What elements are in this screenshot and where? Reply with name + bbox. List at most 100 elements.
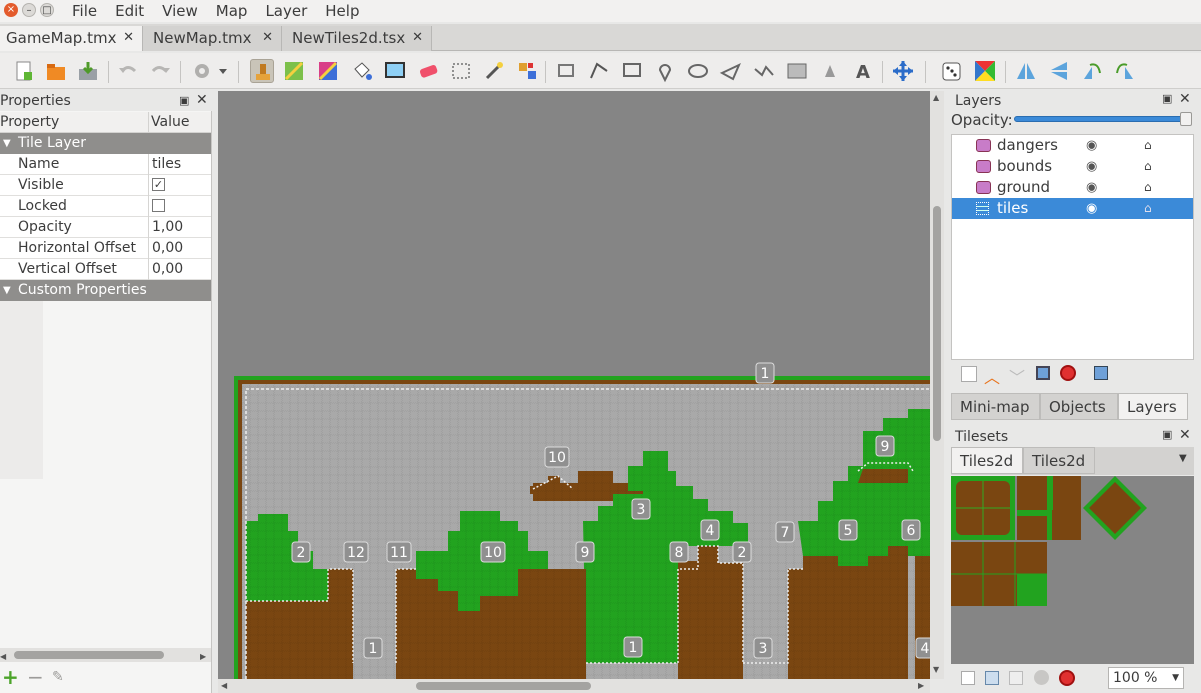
object-label[interactable]: 12 [343,541,369,563]
insert-ellipse-icon[interactable] [686,59,710,83]
insert-polygon-icon[interactable] [719,59,743,83]
close-icon[interactable]: ✕ [1179,91,1191,107]
map-canvas[interactable]: 1 10 9 3 4 7 5 6 1 12 11 2 10 9 8 2 1 3 4 [218,91,930,679]
layer-row-ground[interactable]: ground ◉ ⌂ [952,177,1193,198]
object-label[interactable]: 1 [623,636,643,658]
rect-select-icon[interactable] [449,59,473,83]
duplicate-layer-icon[interactable] [1036,366,1050,380]
object-label[interactable]: 9 [875,435,895,457]
close-icon[interactable]: ✕ [1179,427,1191,443]
tab-layers[interactable]: Layers [1118,393,1188,420]
float-icon[interactable]: ▣ [1162,428,1172,441]
tileset-view[interactable] [951,476,1194,664]
object-label[interactable]: 1 [755,362,775,384]
menu-file[interactable]: File [72,1,105,21]
tileset-image[interactable] [951,476,1194,664]
opacity-slider-handle[interactable] [1180,112,1192,126]
open-file-icon[interactable] [44,59,68,83]
prop-row-hoffset[interactable]: Horizontal Offset 0,00 [0,238,211,259]
collapse-triangle-icon[interactable]: ▼ [3,133,11,154]
object-label[interactable]: 7 [775,521,795,543]
prop-value[interactable]: tiles [152,154,181,174]
properties-hscrollbar[interactable]: ◀ ▶ [0,648,211,662]
insert-rectangle-icon[interactable] [620,59,644,83]
insert-text-icon[interactable]: A [851,59,875,83]
insert-tile-icon[interactable] [785,59,809,83]
object-label[interactable]: 5 [838,519,858,541]
flip-vertical-icon[interactable] [1047,59,1071,83]
rename-property-icon[interactable]: ✎ [52,669,64,685]
close-window-button[interactable]: × [4,3,18,17]
float-icon[interactable]: ▣ [1162,92,1172,105]
raise-layer-icon[interactable]: ︿ [984,364,1000,388]
prop-row-visible[interactable]: Visible ✓ [0,175,211,196]
show-hide-others-icon[interactable] [1094,366,1108,380]
random-mode-icon[interactable] [940,59,964,83]
maximize-window-button[interactable]: □ [40,3,54,17]
tab-objects[interactable]: Objects [1040,393,1118,420]
tab-tileset-2[interactable]: Tiles2d [1023,447,1095,474]
layer-row-bounds[interactable]: bounds ◉ ⌂ [952,156,1193,177]
map-vertical-scrollbar[interactable]: ▲ ▼ [930,91,944,679]
lower-layer-icon[interactable]: ﹀ [1009,364,1025,388]
close-icon[interactable]: ✕ [196,90,208,110]
tab-newtiles[interactable]: NewTiles2d.tsx ✕ [282,26,432,51]
map-render[interactable]: 110934 7 5 6112 112 10 9 8 21 3 4 [218,91,930,679]
insert-point-icon[interactable] [653,59,677,83]
export-tileset-icon[interactable] [1009,671,1023,685]
menu-layer[interactable]: Layer [265,1,315,21]
zoom-select[interactable]: 100 % ▼ [1108,667,1184,689]
object-label[interactable]: 4 [700,519,720,541]
object-label[interactable]: 6 [901,519,921,541]
lock-icon[interactable]: ⌂ [1144,198,1152,219]
import-tileset-icon[interactable] [985,671,999,685]
select-same-tile-icon[interactable] [515,59,539,83]
object-label[interactable]: 10 [480,541,506,563]
save-file-icon[interactable] [76,59,100,83]
object-label[interactable]: 10 [544,446,570,468]
menu-help[interactable]: Help [325,1,367,21]
wang-fill-icon[interactable] [973,59,997,83]
tab-gamemap[interactable]: GameMap.tmx ✕ [0,26,143,51]
object-label[interactable]: 4 [915,637,930,659]
prop-row-name[interactable]: Name tiles [0,154,211,175]
insert-polyline-icon[interactable] [752,59,776,83]
eye-icon[interactable]: ◉ [1086,177,1097,198]
locked-checkbox[interactable] [152,199,165,212]
magic-wand-icon[interactable] [482,59,506,83]
layer-row-tiles[interactable]: tiles ◉ ⌂ [952,198,1193,219]
rotate-left-icon[interactable] [1080,59,1104,83]
bucket-fill-icon[interactable] [350,59,374,83]
commands-gear-icon[interactable] [190,59,230,83]
prop-row-locked[interactable]: Locked [0,196,211,217]
object-label[interactable]: 1 [363,637,383,659]
new-file-icon[interactable] [12,59,36,83]
prop-row-voffset[interactable]: Vertical Offset 0,00 [0,259,211,280]
redo-icon[interactable] [148,59,172,83]
wang-brush-icon[interactable] [316,59,340,83]
map-horizontal-scrollbar[interactable]: ◀ ▶ [218,679,930,693]
lock-icon[interactable]: ⌂ [1144,135,1152,156]
object-label[interactable]: 3 [753,637,773,659]
layer-row-dangers[interactable]: dangers ◉ ⌂ [952,135,1193,156]
rotate-right-icon[interactable] [1113,59,1137,83]
close-icon[interactable]: ✕ [262,26,273,50]
eye-icon[interactable]: ◉ [1086,198,1097,219]
shape-fill-icon[interactable] [383,59,407,83]
minimize-window-button[interactable]: – [22,3,36,17]
move-icon[interactable] [891,59,915,83]
collapse-triangle-icon[interactable]: ▼ [3,280,11,301]
add-layer-icon[interactable] [961,366,977,382]
object-label[interactable]: 2 [291,541,311,563]
tileset-settings-icon[interactable] [1034,670,1049,685]
chevron-down-icon[interactable]: ▼ [1172,668,1179,689]
delete-layer-icon[interactable] [1060,365,1076,381]
scroll-thumb[interactable] [933,206,941,441]
eye-icon[interactable]: ◉ [1086,156,1097,177]
tab-newmap[interactable]: NewMap.tmx ✕ [143,26,282,51]
close-icon[interactable]: ✕ [123,26,134,50]
object-label[interactable]: 2 [732,541,752,563]
object-label[interactable]: 8 [669,541,689,563]
menu-view[interactable]: View [162,1,206,21]
group-tile-layer[interactable]: ▼ Tile Layer [0,133,211,154]
